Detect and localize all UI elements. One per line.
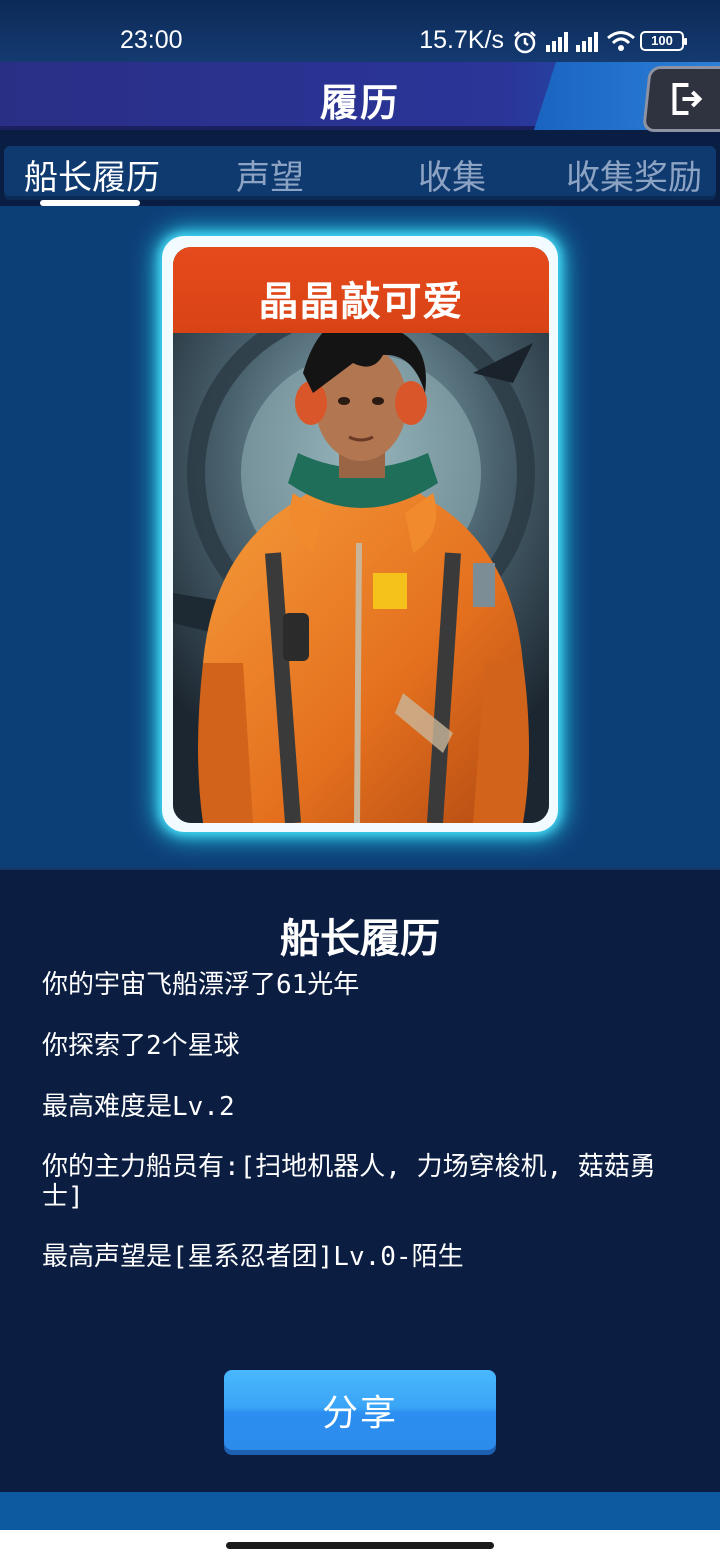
wifi-icon <box>606 30 635 52</box>
card-name-bar: 晶晶敲可爱 <box>173 247 549 333</box>
status-time: 23:00 <box>120 26 183 54</box>
share-button-label: 分享 <box>321 1393 398 1434</box>
status-icons: 15.7K/s 100 <box>419 26 687 55</box>
home-indicator[interactable] <box>226 1542 494 1549</box>
share-button[interactable]: 分享 <box>224 1370 496 1450</box>
captain-name: 晶晶敲可爱 <box>258 279 464 325</box>
header-bar: 履历 <box>0 62 720 130</box>
tab-bar: 船长履历 声望 收集 收集奖励 <box>4 146 716 200</box>
tab-reputation[interactable]: 声望 <box>236 150 304 199</box>
resume-line-crew: 你的主力船员有:[扫地机器人, 力场穿梭机, 菇菇勇士] <box>42 1152 656 1212</box>
network-speed: 15.7K/s <box>419 26 504 54</box>
page-title: 履历 <box>319 81 400 125</box>
tab-collection-rewards[interactable]: 收集奖励 <box>566 150 702 199</box>
tab-captain-resume[interactable]: 船长履历 <box>24 150 160 199</box>
resume-line-planets: 你探索了2个星球 <box>42 1031 240 1061</box>
resume-title: 船长履历 <box>280 916 440 962</box>
tab-collection[interactable]: 收集 <box>418 150 486 199</box>
resume-line-reputation: 最高声望是[星系忍者团]Lv.0-陌生 <box>42 1242 464 1272</box>
signal-hd-icon <box>576 30 598 52</box>
resume-line-difficulty: 最高难度是Lv.2 <box>42 1092 235 1122</box>
battery-icon: 100 <box>640 30 687 51</box>
alarm-icon <box>512 30 538 53</box>
captain-card: 晶晶敲可爱 <box>173 247 549 823</box>
bottom-strip <box>0 1492 720 1530</box>
signal-hd-icon <box>546 30 568 52</box>
exit-button[interactable] <box>642 66 720 132</box>
resume-line-distance: 你的宇宙飞船漂浮了61光年 <box>42 970 360 1000</box>
exit-icon <box>671 83 702 115</box>
captain-portrait <box>173 333 549 823</box>
